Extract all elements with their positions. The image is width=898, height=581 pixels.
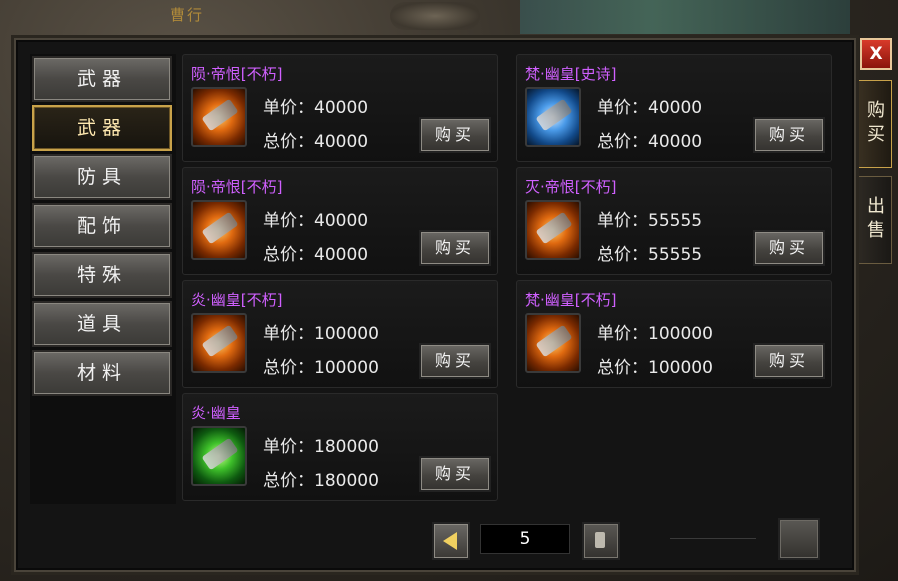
item-name: 炎·幽皇[不朽] — [191, 291, 283, 309]
item-name: 陨·帝恨[不朽] — [191, 178, 283, 196]
orange-weapon-icon[interactable] — [191, 87, 247, 147]
close-button[interactable]: X — [860, 38, 892, 70]
unit-price: 单价：40000 — [263, 98, 369, 118]
item-name: 炎·幽皇 — [191, 404, 241, 422]
buy-button[interactable]: 购买 — [419, 343, 491, 379]
background-map-strip — [520, 0, 850, 34]
listing-card: 炎·幽皇 单价：180000 总价：180000 购买 — [182, 393, 498, 501]
total-price: 总价：40000 — [263, 245, 369, 265]
category-accessories[interactable]: 配饰 — [32, 203, 172, 249]
pagination-bar: 5 — [30, 508, 838, 564]
unit-price: 单价：55555 — [597, 211, 703, 231]
page-number: 5 — [480, 524, 570, 554]
confirm-button[interactable] — [778, 518, 820, 560]
listing-card: 灭·帝恨[不朽] 单价：55555 总价：55555 购买 — [516, 167, 832, 275]
category-materials[interactable]: 材料 — [32, 350, 172, 396]
buy-button[interactable]: 购买 — [419, 117, 491, 153]
next-page-button[interactable] — [582, 522, 620, 560]
unit-price: 单价：180000 — [263, 437, 379, 457]
unit-price: 单价：100000 — [597, 324, 713, 344]
scroll-icon — [595, 532, 605, 548]
blue-weapon-icon[interactable] — [525, 87, 581, 147]
shop-panel: 武器 武器 防具 配饰 特殊 道具 材料 陨·帝恨[不朽] 单价：40000 总… — [14, 38, 856, 572]
total-price: 总价：55555 — [597, 245, 703, 265]
total-price: 总价：100000 — [263, 358, 379, 378]
unit-price: 单价：100000 — [263, 324, 379, 344]
category-weapons-selected[interactable]: 武器 — [32, 105, 172, 151]
listing-card: 陨·帝恨[不朽] 单价：40000 总价：40000 购买 — [182, 167, 498, 275]
buy-button[interactable]: 购买 — [753, 117, 825, 153]
buy-button[interactable]: 购买 — [419, 456, 491, 492]
item-name: 梵·幽皇[不朽] — [525, 291, 617, 309]
item-name: 梵·幽皇[史诗] — [525, 65, 617, 83]
buy-button[interactable]: 购买 — [419, 230, 491, 266]
orange-weapon-icon[interactable] — [191, 313, 247, 373]
listing-card: 梵·幽皇[史诗] 单价：40000 总价：40000 购买 — [516, 54, 832, 162]
game-window-frame: 曹行 X 购买 出售 武器 武器 防具 配饰 特殊 道具 材料 陨·帝恨[不朽]… — [0, 0, 898, 581]
category-weapons[interactable]: 武器 — [32, 56, 172, 102]
category-sidebar: 武器 武器 防具 配饰 特殊 道具 材料 — [30, 54, 176, 504]
item-name: 灭·帝恨[不朽] — [525, 178, 617, 196]
total-price: 总价：180000 — [263, 471, 379, 491]
category-items[interactable]: 道具 — [32, 301, 172, 347]
item-name: 陨·帝恨[不朽] — [191, 65, 283, 83]
tab-sell[interactable]: 出售 — [856, 176, 892, 264]
unit-price: 单价：40000 — [597, 98, 703, 118]
orange-weapon-icon[interactable] — [525, 200, 581, 260]
input-slot[interactable] — [670, 528, 756, 539]
listing-card: 炎·幽皇[不朽] 单价：100000 总价：100000 购买 — [182, 280, 498, 388]
orange-weapon-icon[interactable] — [525, 313, 581, 373]
buy-button[interactable]: 购买 — [753, 343, 825, 379]
window-title-fragment: 曹行 — [170, 6, 205, 24]
tab-buy[interactable]: 购买 — [856, 80, 892, 168]
prev-page-button[interactable] — [432, 522, 470, 560]
listing-card: 梵·幽皇[不朽] 单价：100000 总价：100000 购买 — [516, 280, 832, 388]
green-weapon-icon[interactable] — [191, 426, 247, 486]
category-armor[interactable]: 防具 — [32, 154, 172, 200]
total-price: 总价：100000 — [597, 358, 713, 378]
total-price: 总价：40000 — [597, 132, 703, 152]
total-price: 总价：40000 — [263, 132, 369, 152]
dragon-ornament — [390, 2, 480, 30]
left-arrow-icon — [443, 532, 457, 550]
listing-card: 陨·帝恨[不朽] 单价：40000 总价：40000 购买 — [182, 54, 498, 162]
orange-weapon-icon[interactable] — [191, 200, 247, 260]
category-special[interactable]: 特殊 — [32, 252, 172, 298]
buy-button[interactable]: 购买 — [753, 230, 825, 266]
unit-price: 单价：40000 — [263, 211, 369, 231]
